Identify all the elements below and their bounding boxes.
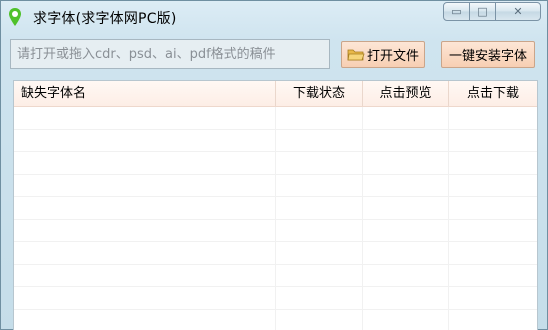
window-title: 求字体(求字体网PC版) [33, 11, 177, 27]
table-row [14, 264, 537, 287]
open-file-button[interactable]: 打开文件 [341, 41, 425, 68]
location-pin-icon [9, 8, 21, 26]
table-row [14, 242, 537, 265]
file-path-input[interactable] [10, 39, 330, 69]
install-all-fonts-button[interactable]: 一键安装字体 [441, 41, 535, 68]
maximize-icon: □ [477, 5, 488, 18]
table-row [14, 309, 537, 330]
close-icon: ✕ [513, 5, 523, 18]
minimize-button[interactable]: ▭ [443, 2, 470, 21]
table-header: 缺失字体名 下载状态 点击预览 点击下载 [14, 81, 537, 107]
table-row [14, 287, 537, 310]
table-row [14, 107, 537, 130]
window-controls: ▭ □ ✕ [443, 2, 541, 21]
column-header-download-status[interactable]: 下载状态 [276, 81, 363, 106]
column-header-preview[interactable]: 点击预览 [363, 81, 449, 106]
folder-icon [347, 49, 365, 61]
table-row [14, 174, 537, 197]
app-window: 求字体(求字体网PC版) ▭ □ ✕ 打开文件 一键安装字体 缺失字体名 下载状… [0, 0, 548, 330]
column-header-font-name[interactable]: 缺失字体名 [14, 81, 276, 106]
open-file-label: 打开文件 [366, 49, 419, 64]
table-row [14, 219, 537, 242]
table-body[interactable] [14, 107, 537, 330]
column-header-download[interactable]: 点击下载 [449, 81, 537, 106]
table-row [14, 152, 537, 175]
table-row [14, 129, 537, 152]
title-bar[interactable]: 求字体(求字体网PC版) ▭ □ ✕ [1, 1, 547, 33]
close-button[interactable]: ✕ [495, 2, 541, 21]
table-row [14, 197, 537, 220]
maximize-button[interactable]: □ [469, 2, 496, 21]
minimize-icon: ▭ [451, 5, 462, 18]
install-all-fonts-label: 一键安装字体 [448, 49, 527, 64]
missing-fonts-table: 缺失字体名 下载状态 点击预览 点击下载 [13, 80, 538, 330]
